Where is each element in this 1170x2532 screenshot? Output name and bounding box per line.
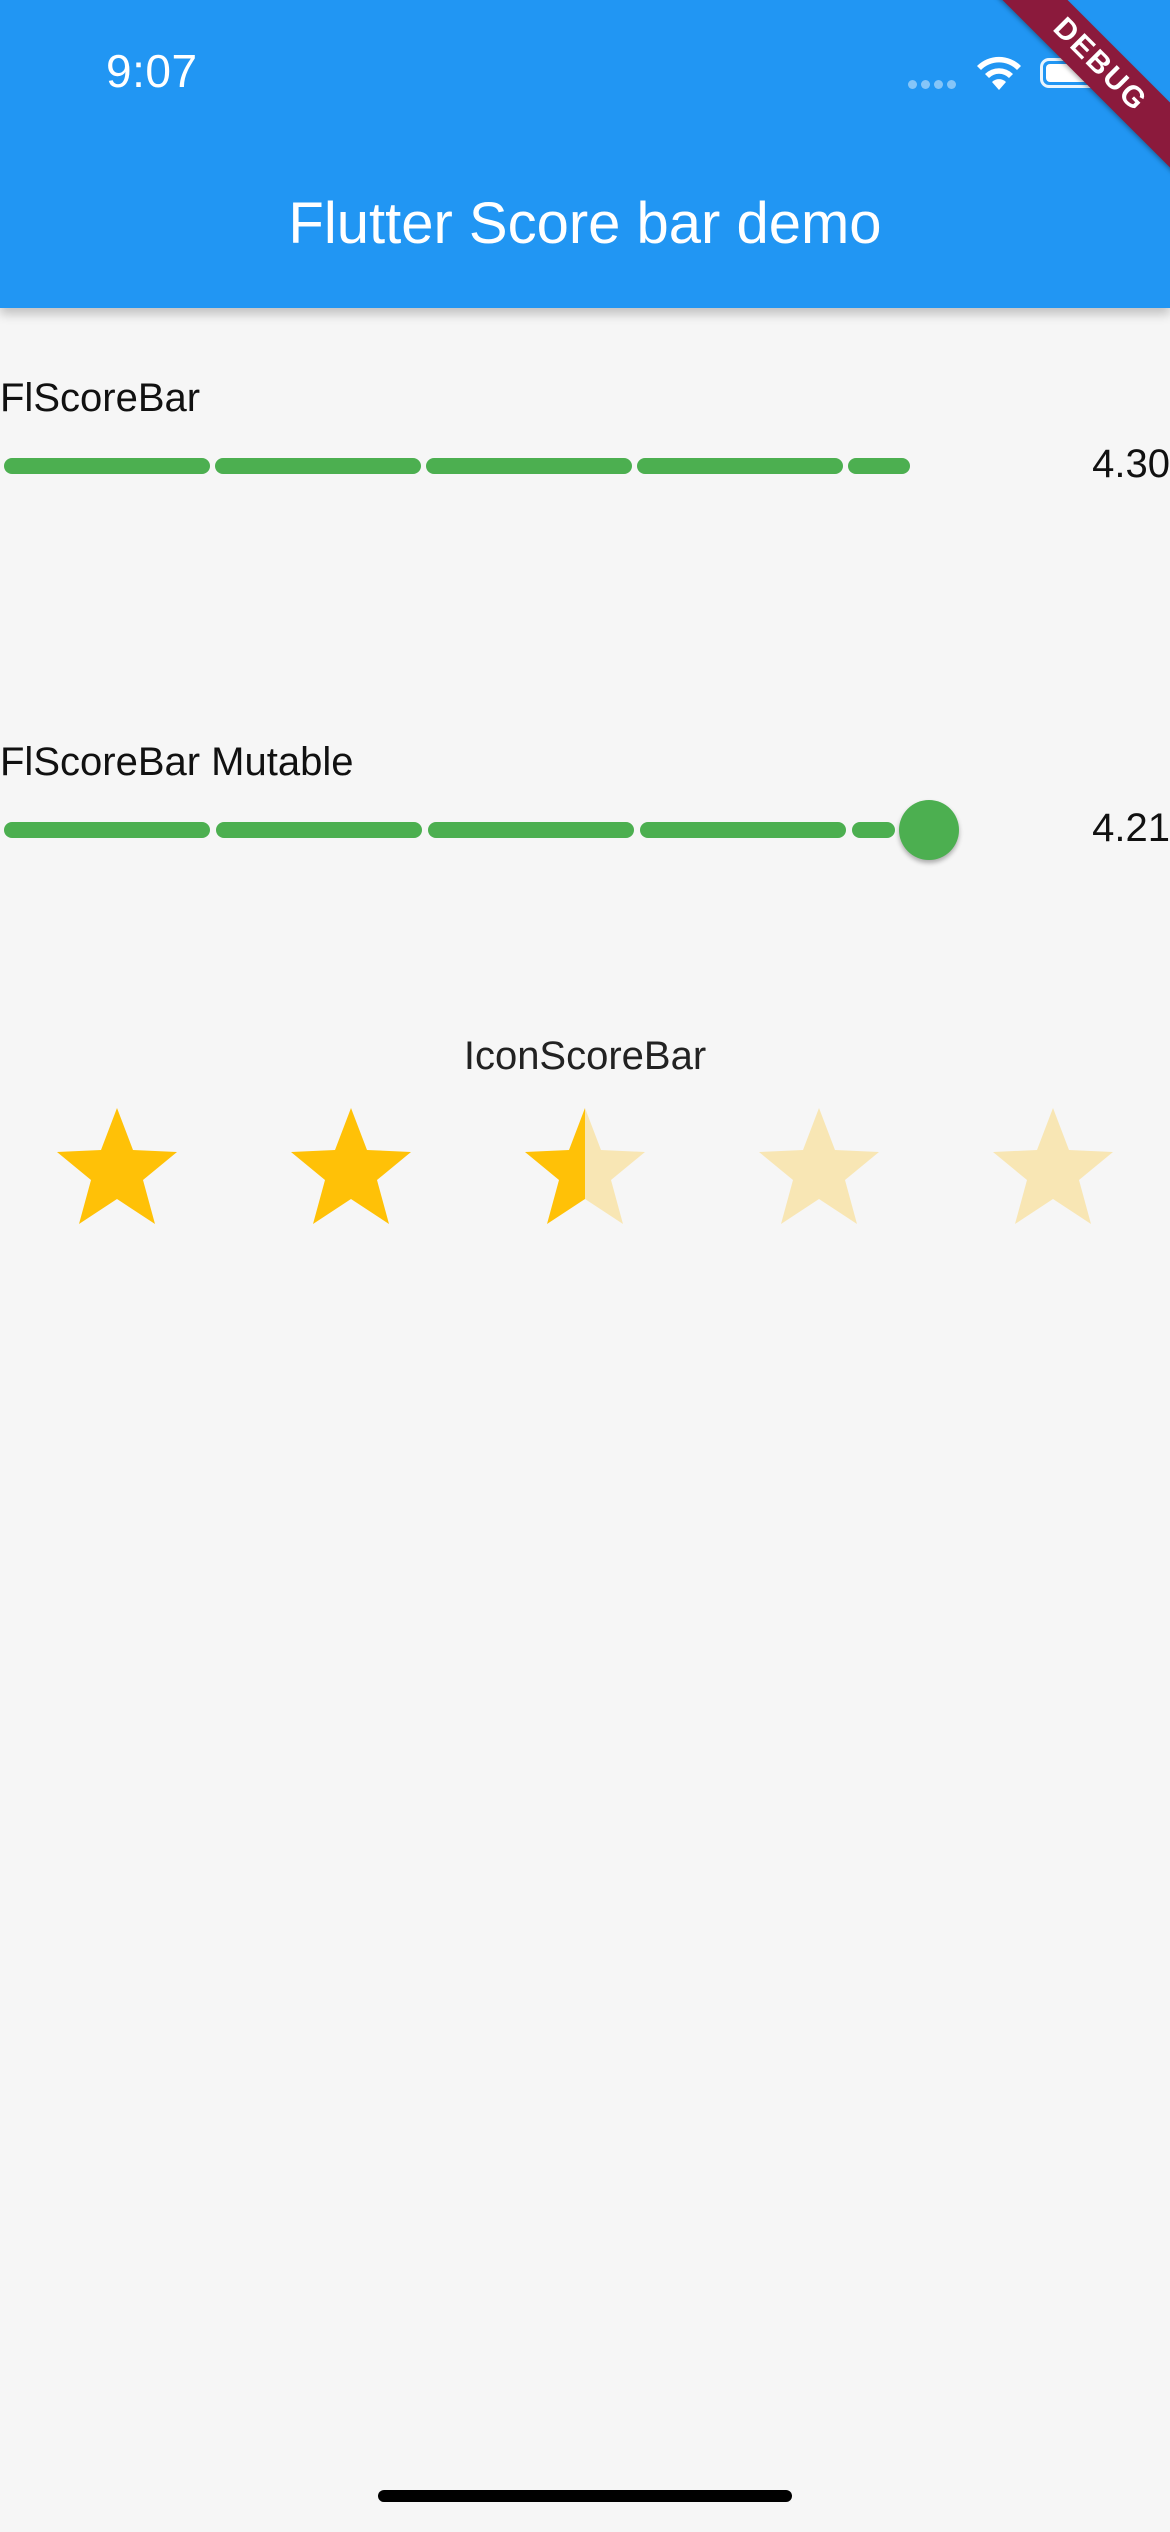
icon-score-bar-label: IconScoreBar [463,1034,707,1078]
app-bar: 9:07 Flutter Score bar demo DEBUG [0,0,1170,308]
score-segment [640,822,846,838]
score-segment [216,822,422,838]
score-segment [4,458,210,474]
score-segment [4,822,210,838]
wifi-icon [977,56,1021,90]
score-segment [848,458,910,474]
star-icon[interactable] [991,1104,1115,1228]
star-icon[interactable] [289,1104,413,1228]
mutable-score-bar-label: FlScoreBar Mutable [0,740,354,784]
score-bar [4,458,1054,474]
star-icon[interactable] [55,1104,179,1228]
mutable-score-bar-thumb[interactable] [899,800,960,860]
score-segment [637,458,843,474]
status-time: 9:07 [106,45,198,97]
mutable-score-bar[interactable] [4,822,1054,838]
home-indicator [378,2490,792,2502]
score-segment [426,458,632,474]
mutable-score-bar-value: 4.21 [1092,806,1170,850]
star-icon[interactable] [757,1104,881,1228]
score-segment [215,458,421,474]
score-segment [428,822,634,838]
icon-score-bar[interactable] [0,1104,1170,1234]
app-bar-title: Flutter Score bar demo [288,191,882,256]
signal-icon [908,80,960,90]
star-icon[interactable] [523,1104,647,1228]
score-bar-value: 4.30 [1092,442,1170,486]
score-segment [852,822,896,838]
score-bar-label: FlScoreBar [0,376,201,420]
